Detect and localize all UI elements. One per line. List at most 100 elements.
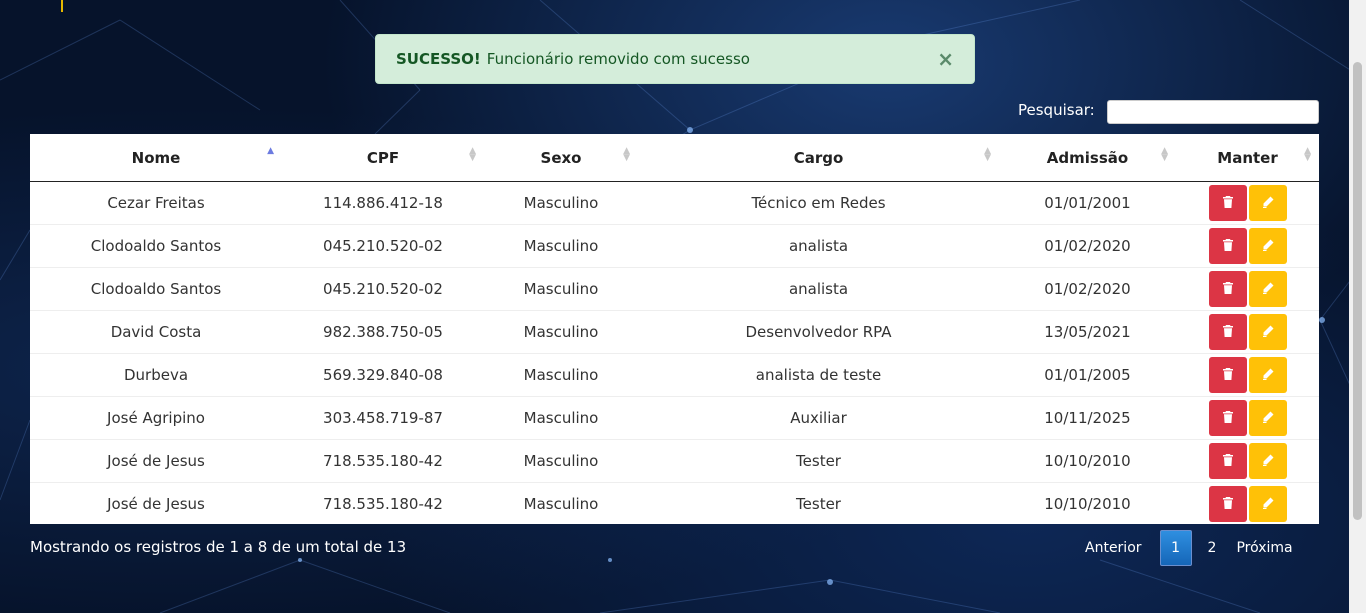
delete-button[interactable]	[1208, 443, 1247, 479]
cell-cpf: 982.388.750-05	[282, 310, 484, 354]
cell-actions	[1176, 224, 1319, 268]
cell-sexo: Masculino	[484, 224, 638, 268]
cell-actions	[1176, 267, 1319, 311]
cell-cpf: 718.535.180-42	[282, 482, 484, 525]
pagination-page-2[interactable]: 2	[1198, 540, 1227, 556]
pencil-icon	[1262, 280, 1274, 298]
cell-cargo: Tester	[638, 482, 999, 525]
sort-asc-icon: ▲	[267, 146, 274, 156]
column-label: Admissão	[1046, 148, 1129, 167]
edit-button[interactable]	[1248, 228, 1287, 264]
column-header-manter[interactable]: Manter ▲ ▼	[1176, 134, 1319, 182]
success-alert: SUCESSO! Funcionário removido com sucess…	[375, 34, 975, 84]
alert-close-button[interactable]: ×	[937, 47, 954, 71]
cell-cargo: analista	[638, 267, 999, 311]
column-header-nome[interactable]: Nome ▲	[30, 134, 282, 182]
cell-nome: Clodoaldo Santos	[30, 224, 282, 268]
column-header-cargo[interactable]: Cargo ▲ ▼	[638, 134, 999, 182]
trash-icon	[1222, 452, 1234, 470]
table-row: José de Jesus 718.535.180-42 Masculino Test…	[30, 439, 1319, 483]
records-info: Mostrando os registros de 1 a 8 de um to…	[30, 538, 407, 556]
cell-cpf: 303.458.719-87	[282, 396, 484, 440]
employees-table-container: Nome ▲ CPF ▲ ▼ Sexo ▲ ▼ Cargo ▲ ▼ Admissão ▲ ▼ Ma…	[30, 134, 1319, 525]
pencil-icon	[1262, 366, 1274, 384]
cell-cpf: 045.210.520-02	[282, 267, 484, 311]
cell-nome: José de Jesus	[30, 439, 282, 483]
edit-button[interactable]	[1248, 271, 1287, 307]
column-label: Nome	[131, 148, 181, 167]
delete-button[interactable]	[1208, 314, 1247, 350]
cell-admissao: 10/10/2010	[999, 439, 1176, 483]
table-row: José Agripino 303.458.719-87 Masculino Auxi…	[30, 396, 1319, 440]
search-label: Pesquisar:	[1018, 101, 1095, 119]
trash-icon	[1222, 194, 1234, 212]
pencil-icon	[1262, 409, 1274, 427]
trash-icon	[1222, 366, 1234, 384]
trash-icon	[1222, 323, 1234, 341]
cell-cargo: analista de teste	[638, 353, 999, 397]
text-cursor-marker	[61, 0, 63, 12]
trash-icon	[1222, 237, 1234, 255]
pencil-icon	[1262, 194, 1274, 212]
column-header-cpf[interactable]: CPF ▲ ▼	[282, 134, 484, 182]
pencil-icon	[1262, 452, 1274, 470]
alert-message: Funcionário removido com sucesso	[486, 50, 750, 68]
table-row: Cezar Freitas 114.886.412-18 Masculino Técn…	[30, 182, 1319, 225]
cell-admissao: 10/11/2025	[999, 396, 1176, 440]
pagination-previous[interactable]: Anterior	[1075, 540, 1152, 556]
pagination-next[interactable]: Próxima	[1226, 540, 1302, 556]
cell-admissao: 01/02/2020	[999, 267, 1176, 311]
cell-actions	[1176, 182, 1319, 225]
vertical-scrollbar[interactable]	[1349, 0, 1366, 613]
delete-button[interactable]	[1208, 486, 1247, 522]
cell-sexo: Masculino	[484, 353, 638, 397]
column-label: Cargo	[793, 148, 844, 167]
cell-cpf: 569.329.840-08	[282, 353, 484, 397]
table-row: Durbeva 569.329.840-08 Masculino analista d…	[30, 353, 1319, 397]
cell-actions	[1176, 310, 1319, 354]
sort-both-icon: ▲ ▼	[984, 146, 991, 163]
cell-sexo: Masculino	[484, 482, 638, 525]
sort-both-icon: ▲ ▼	[469, 146, 476, 163]
cell-actions	[1176, 439, 1319, 483]
pencil-icon	[1262, 323, 1274, 341]
cell-cargo: Técnico em Redes	[751, 194, 886, 212]
column-header-admissao[interactable]: Admissão ▲ ▼	[999, 134, 1176, 182]
edit-button[interactable]	[1248, 357, 1287, 393]
cell-nome: José de Jesus	[30, 482, 282, 525]
table-header-row: Nome ▲ CPF ▲ ▼ Sexo ▲ ▼ Cargo ▲ ▼ Admissão ▲ ▼ Ma…	[30, 134, 1319, 182]
pencil-icon	[1262, 237, 1274, 255]
employees-table: Nome ▲ CPF ▲ ▼ Sexo ▲ ▼ Cargo ▲ ▼ Admissão ▲ ▼ Ma…	[30, 134, 1319, 525]
cell-sexo: Masculino	[484, 310, 638, 354]
delete-button[interactable]	[1208, 271, 1247, 307]
search-input[interactable]	[1107, 100, 1319, 124]
edit-button[interactable]	[1248, 400, 1287, 436]
delete-button[interactable]	[1208, 357, 1247, 393]
pagination-page-1[interactable]: 1	[1159, 530, 1192, 566]
cell-admissao: 10/10/2010	[999, 482, 1176, 525]
delete-button[interactable]	[1208, 228, 1247, 264]
delete-button[interactable]	[1208, 400, 1247, 436]
edit-button[interactable]	[1248, 486, 1287, 522]
cell-cpf: 718.535.180-42	[282, 439, 484, 483]
cell-nome: Cezar Freitas	[107, 194, 205, 212]
column-label: CPF	[366, 148, 400, 167]
delete-button[interactable]	[1208, 185, 1247, 221]
cell-admissao: 13/05/2021	[999, 310, 1176, 354]
table-row: Clodoaldo Santos 045.210.520-02 Masculino a…	[30, 267, 1319, 311]
cell-admissao: 01/02/2020	[999, 224, 1176, 268]
edit-button[interactable]	[1248, 314, 1287, 350]
cell-actions	[1176, 482, 1319, 525]
column-label: Sexo	[540, 148, 582, 167]
cell-cargo: Tester	[638, 439, 999, 483]
edit-button[interactable]	[1248, 185, 1287, 221]
column-header-sexo[interactable]: Sexo ▲ ▼	[484, 134, 638, 182]
cell-actions	[1176, 353, 1319, 397]
cell-sexo: Masculino	[523, 194, 599, 212]
sort-both-icon: ▲ ▼	[623, 146, 630, 163]
scrollbar-thumb[interactable]	[1353, 62, 1362, 520]
sort-both-icon: ▲ ▼	[1161, 146, 1168, 163]
edit-button[interactable]	[1248, 443, 1287, 479]
cell-sexo: Masculino	[484, 396, 638, 440]
cell-sexo: Masculino	[484, 439, 638, 483]
